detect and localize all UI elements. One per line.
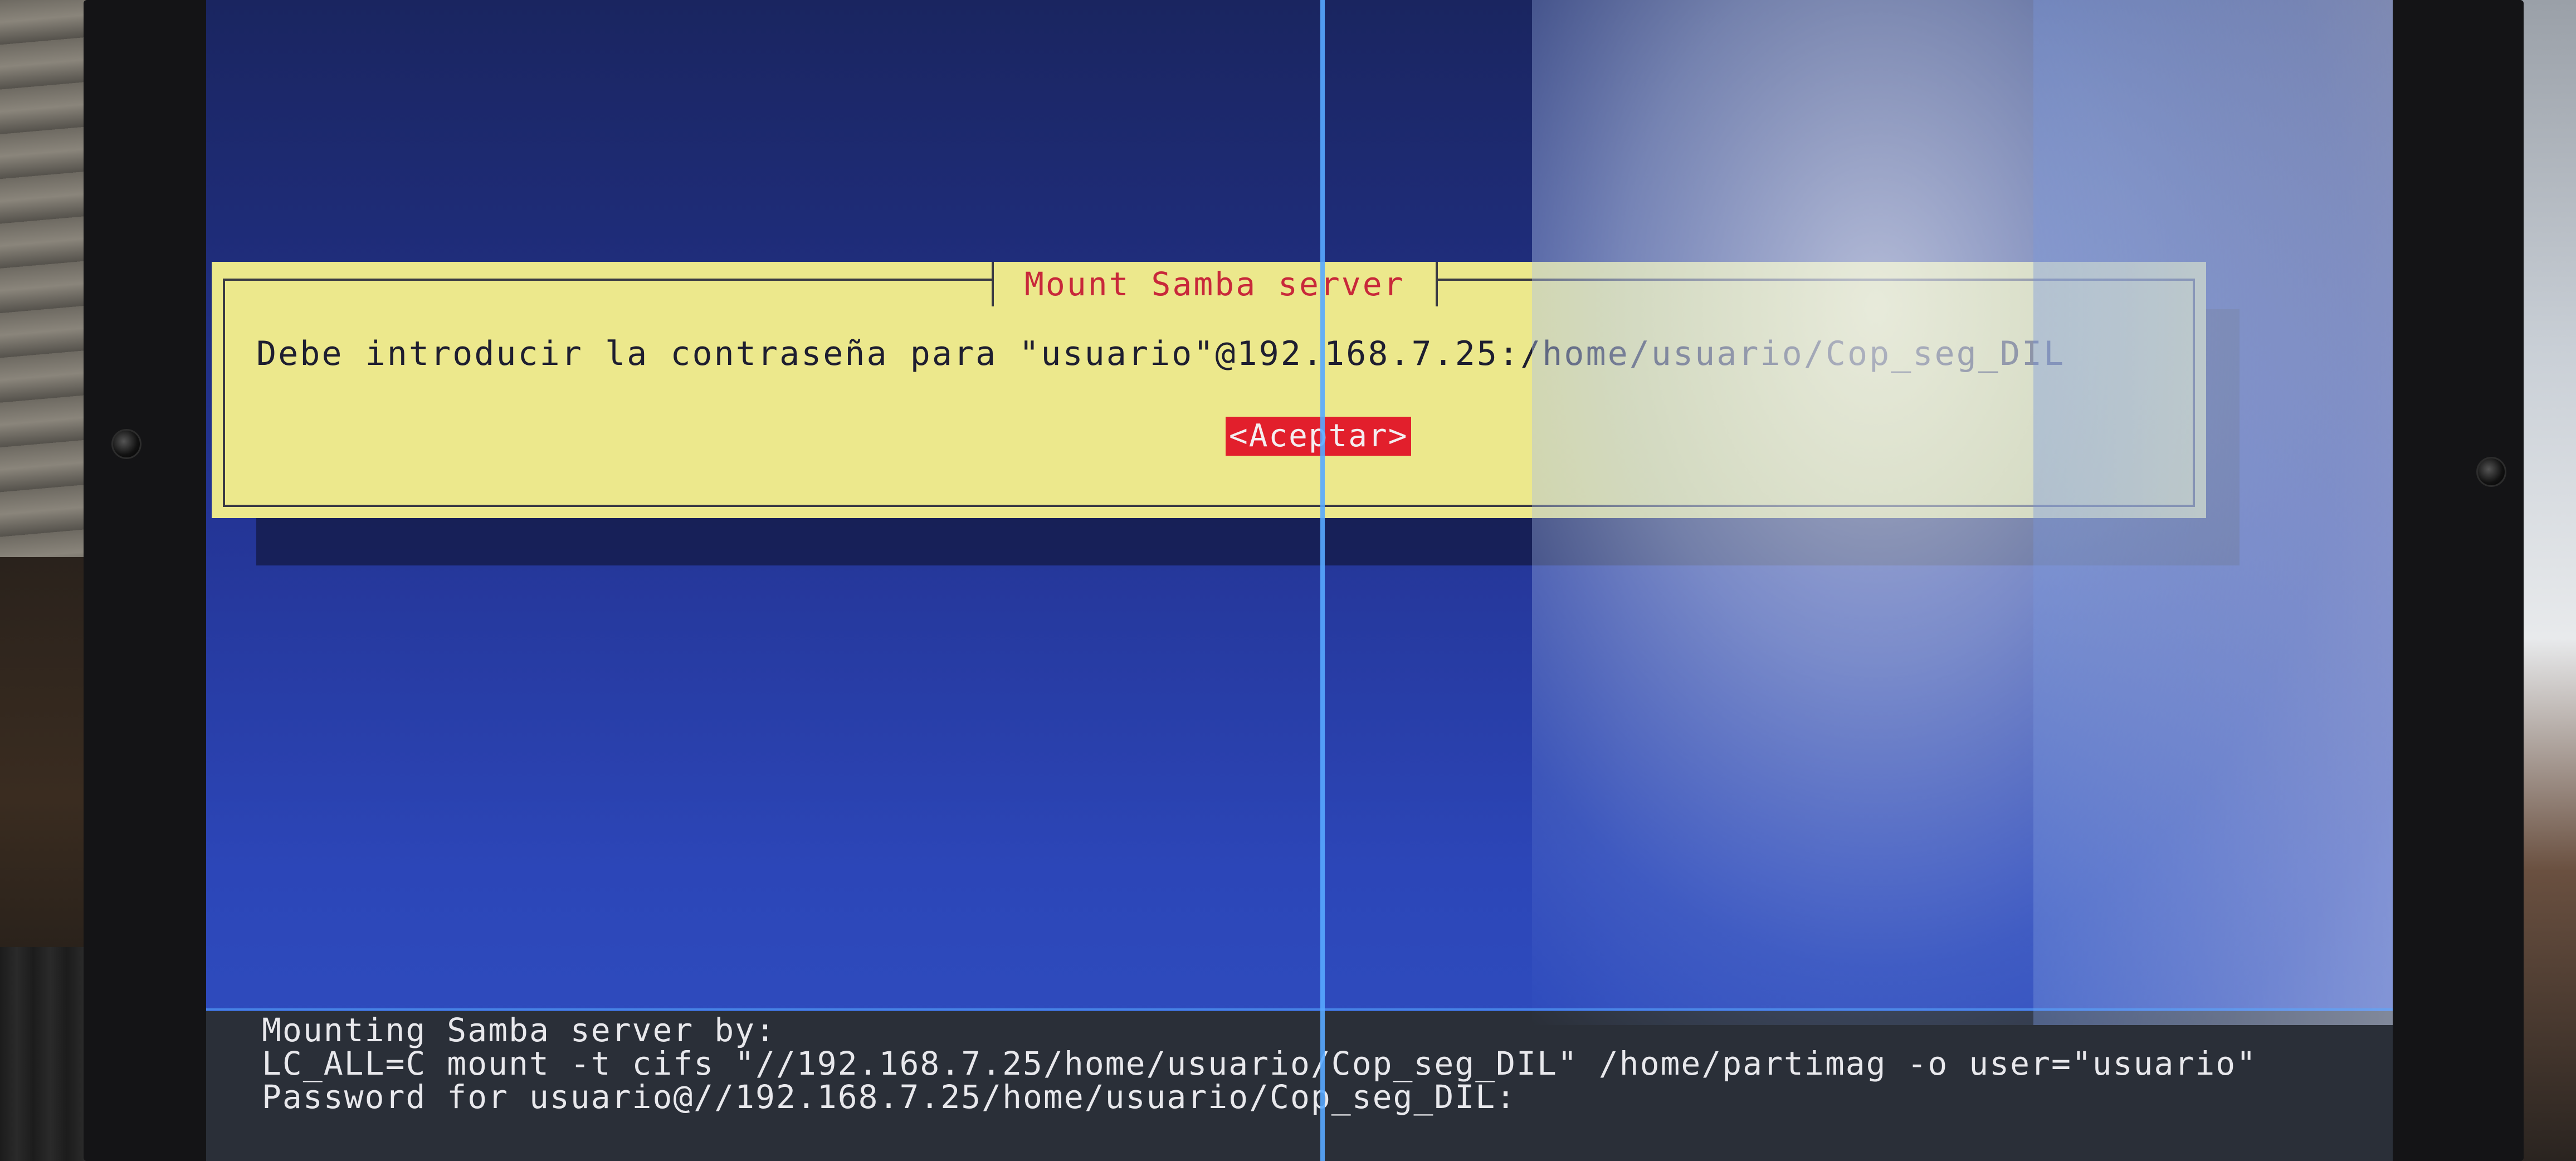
dialog-title: Mount Samba server (992, 262, 1438, 306)
display-artifact-horizontal (206, 1008, 2393, 1011)
monitor-camera-right (2476, 457, 2506, 487)
console-line: Mounting Samba server by: (262, 1011, 776, 1049)
console-line: LC_ALL=C mount -t cifs "//192.168.7.25/h… (262, 1045, 2257, 1082)
console-line: Password for usuario@//192.168.7.25/home… (262, 1078, 1517, 1116)
monitor-camera-left (111, 429, 142, 459)
dialog-message: Debe introducir la contraseña para "usua… (256, 334, 2066, 373)
mount-samba-dialog: Mount Samba server Debe introducir la co… (212, 262, 2206, 518)
display-artifact-vertical (1320, 0, 1325, 1161)
accept-button[interactable]: <Aceptar> (1226, 417, 1412, 456)
terminal-screen: Mount Samba server Debe introducir la co… (206, 0, 2393, 1161)
console-output: Mounting Samba server by: LC_ALL=C mount… (206, 1011, 2393, 1161)
dialog-frame (223, 279, 2195, 507)
